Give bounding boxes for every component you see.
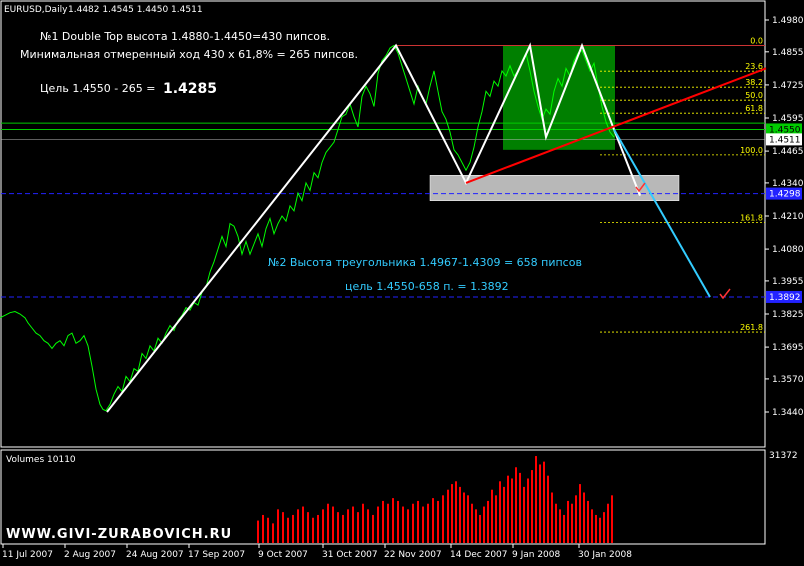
x-tick-label-5: 31 Oct 2007 (322, 550, 378, 560)
y-tick-label-11: 1.3570 (772, 375, 804, 385)
y-tick-label-10: 1.3695 (772, 343, 804, 353)
y-tick-label-9: 1.3825 (772, 310, 804, 320)
x-tick-label-7: 14 Dec 2007 (450, 550, 508, 560)
price-tag-1: 1.4511 (769, 135, 801, 145)
y-tick-label-0: 1.4980 (772, 16, 804, 26)
price-tag-2: 1.4298 (769, 190, 801, 200)
x-tick-label-2: 24 Aug 2007 (126, 550, 184, 560)
y-tick-label-1: 1.4855 (772, 48, 804, 58)
y-tick-label-3: 1.4595 (772, 114, 804, 124)
fib-label-2: 38.2 (745, 78, 763, 87)
x-tick-label-0: 11 Jul 2007 (2, 550, 53, 560)
fib-label-3: 50.0 (745, 91, 763, 100)
x-tick-label-8: 9 Jan 2008 (512, 550, 560, 560)
fib-label-7: 261.8 (740, 323, 763, 332)
x-tick-label-6: 22 Nov 2007 (384, 550, 442, 560)
site-watermark: WWW.GIVI-ZURABOVICH.RU (6, 527, 232, 542)
x-tick-label-1: 2 Aug 2007 (64, 550, 116, 560)
x-tick-label-9: 30 Jan 2008 (578, 550, 632, 560)
note-triangle-height: №2 Высота треугольника 1.4967-1.4309 = 6… (268, 256, 582, 269)
note-target1-prefix: Цель 1.4550 - 265 = (40, 82, 155, 95)
fib-label-0: 0.0 (750, 36, 763, 45)
y-tick-label-2: 1.4725 (772, 81, 804, 91)
fib-label-6: 161.8 (740, 214, 763, 223)
chart-root: 0.0 23.6 38.2 50.0 61.8 100.0 161.8 261.8 1.498… (0, 0, 804, 562)
price-panel-frame (0, 0, 766, 448)
volume-label: Volumes 10110 (6, 455, 76, 465)
y-tick-label-5: 1.4340 (772, 179, 804, 189)
x-tick-label-4: 9 Oct 2007 (258, 550, 308, 560)
symbol-label: EURUSD,Daily (4, 5, 68, 15)
y-tick-label-4: 1.4465 (772, 147, 804, 157)
y-tick-label-8: 1.3955 (772, 277, 804, 287)
price-tag-3: 1.3892 (769, 293, 801, 303)
fib-label-5: 100.0 (740, 146, 763, 155)
y-tick-label-6: 1.4210 (772, 212, 804, 222)
target-check-icon-2 (719, 288, 731, 300)
note-double-top: №1 Double Top высота 1.4880-1.4450=430 п… (40, 30, 330, 43)
fib-label-4: 61.8 (745, 104, 763, 113)
eurusd-chart[interactable]: 0.023.638.250.061.8100.0161.8261.8 1.498… (0, 0, 804, 562)
double-top-zone (503, 45, 615, 150)
note-target1-value: 1.4285 (163, 81, 217, 97)
x-tick-label-3: 17 Sep 2007 (188, 550, 245, 560)
ohlc-values: 1.4482 1.4545 1.4450 1.4511 (68, 5, 203, 15)
note-measured-move: Минимальная отмеренный ход 430 х 61,8% =… (20, 48, 358, 61)
y-tick-label-7: 1.4080 (772, 245, 804, 255)
note-triangle-target: цель 1.4550-658 п. = 1.3892 (345, 280, 509, 293)
y-tick-label-12: 1.3440 (772, 408, 804, 418)
volume-max-label: 31372 (769, 451, 798, 461)
